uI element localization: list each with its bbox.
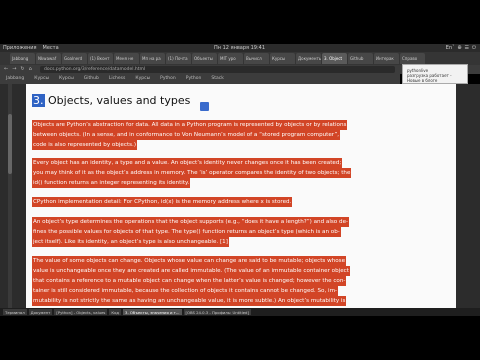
section-number: 3.: [32, 94, 45, 107]
text-line: Objects are Python’s abstraction for dat…: [32, 120, 348, 130]
power-icon[interactable]: ⏻: [472, 45, 476, 51]
browser-tab[interactable]: Интерак: [374, 53, 399, 64]
browser-tab-active[interactable]: 3. Object: [322, 53, 347, 64]
bookmark-item[interactable]: Python: [160, 76, 176, 82]
browser-tab[interactable]: (1) Почта: [166, 53, 191, 64]
paragraph-cpython-detail: CPython implementation detail: For CPyth…: [32, 197, 454, 207]
scrollbar-thumb[interactable]: [8, 114, 12, 174]
browser-tab[interactable]: Мп на ра: [140, 53, 165, 64]
reload-icon[interactable]: ↻: [20, 66, 24, 72]
bookmark-item[interactable]: Курсы: [135, 76, 150, 82]
clock[interactable]: Пн 12 января 19:41: [214, 45, 265, 51]
text-line: that contains a reference to a mutable o…: [32, 276, 347, 286]
text-line: value is unchangeable once they are crea…: [32, 266, 350, 276]
text-line: The value of some objects can change. Ob…: [32, 256, 347, 266]
taskbar-item-active[interactable]: 3. Объекты, значения и т...: [123, 309, 182, 315]
browser-tab[interactable]: (1) Вконт: [88, 53, 113, 64]
text-line: id() function returns an integer represe…: [32, 178, 191, 188]
page-scrollbar[interactable]: [8, 84, 12, 308]
keyboard-layout-indicator[interactable]: Enˇ: [446, 45, 455, 51]
paragraph-mutability: The value of some objects can change. Ob…: [32, 256, 454, 306]
permalink-icon[interactable]: [200, 102, 209, 111]
paragraph-objects: Objects are Python’s abstraction for dat…: [32, 120, 454, 150]
text-line: you may think of it as the object’s addr…: [32, 168, 352, 178]
browser-tab[interactable]: Курсы: [270, 53, 295, 64]
system-top-panel: Приложения Места Пн 12 января 19:41 Enˇ …: [0, 44, 480, 52]
back-icon[interactable]: ←: [4, 66, 8, 72]
accessibility-icon[interactable]: Ꚛ: [458, 45, 462, 51]
taskbar-item[interactable]: [Python] - Objects, values: [54, 309, 108, 315]
section-title: Objects, values and types: [48, 94, 191, 107]
browser-tab[interactable]: Документы: [296, 53, 321, 64]
browser-tab[interactable]: Goalnerd: [62, 53, 87, 64]
taskbar-item[interactable]: Терминал: [3, 309, 27, 315]
address-bar[interactable]: docs.python.org/3/reference/datamodel.ht…: [40, 66, 395, 73]
text-line: ject itself). Like its identity, an obje…: [32, 237, 229, 247]
text-line: CPython implementation detail: For CPyth…: [32, 197, 293, 207]
bookmark-item[interactable]: Stack: [211, 76, 223, 82]
text-line: An object’s type determines the operatio…: [32, 217, 350, 227]
text-line: code is also represented by objects.): [32, 140, 138, 150]
paragraph-identity: Every object has an identity, a type and…: [32, 158, 454, 188]
browser-tab[interactable]: Меня не: [114, 53, 139, 64]
document-page: 3. Objects, values and types Objects are…: [26, 84, 456, 308]
bookmark-item[interactable]: Курсы: [34, 76, 49, 82]
text-line: tainer is still considered immutable, be…: [32, 286, 339, 296]
browser-tab[interactable]: Jabbang: [10, 53, 35, 64]
taskbar-item[interactable]: Код: [109, 309, 122, 315]
notification-body: разгрузка работает - Новые в блоге: [407, 73, 452, 83]
notification-popup[interactable]: pythonlive разгрузка работает - Новые в …: [402, 64, 468, 84]
browser-tab[interactable]: MIT уро: [218, 53, 243, 64]
browser-tab[interactable]: Вычисл: [244, 53, 269, 64]
page-title: 3. Objects, values and types: [32, 94, 190, 107]
letterbox-bottom: [0, 316, 480, 360]
text-line: mutability is not strictly the same as h…: [32, 296, 347, 306]
browser-tab[interactable]: Github: [348, 53, 373, 64]
taskbar-item[interactable]: Документ: [28, 309, 53, 315]
bookmark-item[interactable]: Lichess: [109, 76, 126, 82]
bookmark-item[interactable]: Github: [84, 76, 99, 82]
browser-tab[interactable]: Справо: [400, 53, 425, 64]
bookmark-item[interactable]: Курсы: [59, 76, 74, 82]
browser-tab[interactable]: Объекты: [192, 53, 217, 64]
bookmarks-bar: Jabbang Курсы Курсы Github Lichess Курсы…: [0, 74, 400, 84]
network-icon[interactable]: ☰: [465, 45, 469, 51]
home-icon[interactable]: ⌂: [29, 66, 32, 72]
browser-tab[interactable]: Nkwawaf: [36, 53, 61, 64]
bookmark-item[interactable]: Jabbang: [6, 76, 24, 82]
text-line: Every object has an identity, a type and…: [32, 158, 343, 168]
forward-icon[interactable]: →: [12, 66, 16, 72]
paragraph-type: An object’s type determines the operatio…: [32, 217, 454, 247]
bookmark-item[interactable]: Python: [186, 76, 202, 82]
applications-menu[interactable]: Приложения: [3, 45, 37, 51]
window-list-taskbar: Терминал Документ [Python] - Objects, va…: [0, 308, 480, 316]
text-line: between objects. (In a sense, and in con…: [32, 130, 341, 140]
places-menu[interactable]: Места: [43, 45, 59, 51]
letterbox-top: [0, 0, 480, 36]
text-line: fines the possible values for objects of…: [32, 227, 341, 237]
taskbar-item[interactable]: [OBS 24.0.3 - Профиль: Untitled]: [183, 309, 251, 315]
